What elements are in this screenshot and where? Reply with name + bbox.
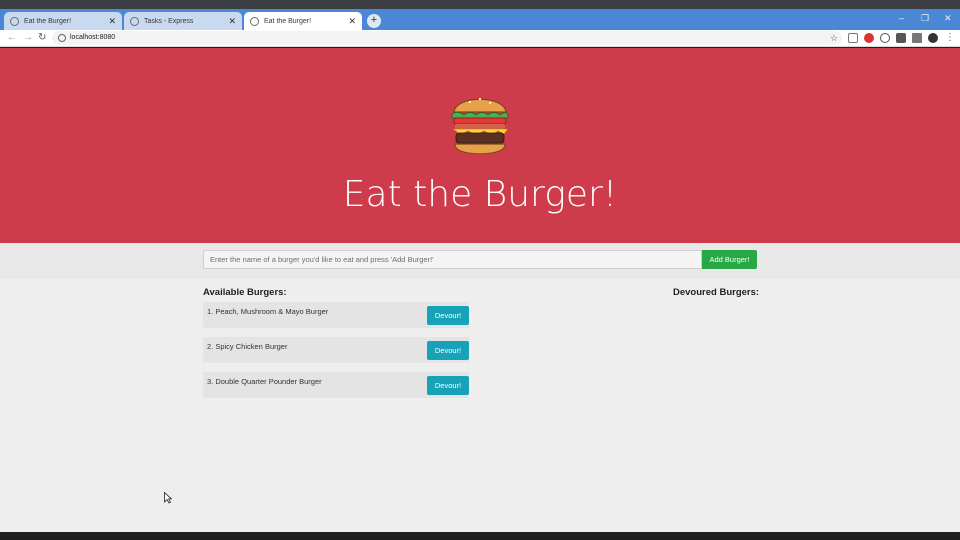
extension-icon[interactable] bbox=[864, 33, 874, 43]
burger-list-item: 3. Double Quarter Pounder Burger Devour! bbox=[203, 372, 469, 398]
puzzle-icon[interactable] bbox=[912, 33, 922, 43]
new-tab-button[interactable]: + bbox=[367, 14, 381, 28]
screen: Eat the Burger! ✕ Tasks - Express ✕ Eat … bbox=[0, 0, 960, 540]
browser-tab-active[interactable]: Eat the Burger! ✕ bbox=[244, 12, 362, 30]
reload-icon[interactable]: ↻ bbox=[38, 32, 46, 43]
close-tab-icon[interactable]: ✕ bbox=[228, 16, 236, 27]
close-window-button[interactable]: ✕ bbox=[944, 13, 952, 24]
devour-button[interactable]: Devour! bbox=[427, 376, 469, 395]
close-tab-icon[interactable]: ✕ bbox=[108, 16, 116, 27]
web-page: Eat the Burger! Add Burger! Available Bu… bbox=[0, 48, 960, 532]
restore-button[interactable]: ❐ bbox=[921, 13, 929, 24]
globe-icon bbox=[10, 16, 19, 26]
burger-icon bbox=[451, 97, 509, 155]
available-burgers-heading: Available Burgers: bbox=[203, 287, 287, 298]
close-tab-icon[interactable]: ✕ bbox=[348, 16, 356, 27]
burger-list-item: 2. Spicy Chicken Burger Devour! bbox=[203, 337, 469, 363]
minimize-button[interactable]: – bbox=[899, 13, 904, 23]
burger-name: 1. Peach, Mushroom & Mayo Burger bbox=[207, 307, 329, 316]
burger-name: 3. Double Quarter Pounder Burger bbox=[207, 377, 322, 386]
add-burger-button[interactable]: Add Burger! bbox=[702, 250, 757, 269]
os-bottom-strip bbox=[0, 532, 960, 540]
mouse-cursor-icon bbox=[164, 492, 172, 504]
url-text: localhost:8080 bbox=[70, 34, 116, 41]
globe-icon bbox=[250, 16, 259, 26]
burger-list-item: 1. Peach, Mushroom & Mayo Burger Devour! bbox=[203, 302, 469, 328]
tab-title: Eat the Burger! bbox=[24, 17, 72, 25]
extension-icon[interactable] bbox=[896, 33, 906, 43]
kebab-menu-icon[interactable]: ⋮ bbox=[945, 32, 955, 43]
browser-tab[interactable]: Eat the Burger! ✕ bbox=[4, 12, 122, 30]
page-title: Eat the Burger! bbox=[342, 174, 618, 215]
tab-title: Eat the Burger! bbox=[264, 17, 312, 25]
bookmark-star-icon[interactable]: ☆ bbox=[830, 31, 838, 45]
browser-toolbar: ← → ↻ localhost:8080 ☆ ⋮ bbox=[0, 30, 960, 47]
globe-icon bbox=[130, 16, 139, 26]
browser-tab[interactable]: Tasks - Express ✕ bbox=[124, 12, 242, 30]
site-info-icon[interactable] bbox=[58, 34, 66, 42]
address-bar[interactable]: localhost:8080 ☆ bbox=[52, 31, 842, 45]
add-burger-form: Add Burger! bbox=[0, 243, 960, 279]
forward-arrow-icon[interactable]: → bbox=[23, 32, 33, 43]
devour-button[interactable]: Devour! bbox=[427, 306, 469, 325]
burger-name: 2. Spicy Chicken Burger bbox=[207, 342, 288, 351]
os-top-strip bbox=[0, 0, 960, 9]
back-arrow-icon[interactable]: ← bbox=[7, 32, 17, 43]
devour-button[interactable]: Devour! bbox=[427, 341, 469, 360]
burger-name-input[interactable] bbox=[203, 250, 702, 269]
tab-title: Tasks - Express bbox=[144, 17, 194, 25]
extension-icon[interactable] bbox=[848, 33, 858, 43]
hero-banner: Eat the Burger! bbox=[0, 48, 960, 243]
profile-avatar[interactable] bbox=[928, 33, 938, 43]
extension-icon[interactable] bbox=[880, 33, 890, 43]
devoured-burgers-heading: Devoured Burgers: bbox=[673, 287, 760, 298]
